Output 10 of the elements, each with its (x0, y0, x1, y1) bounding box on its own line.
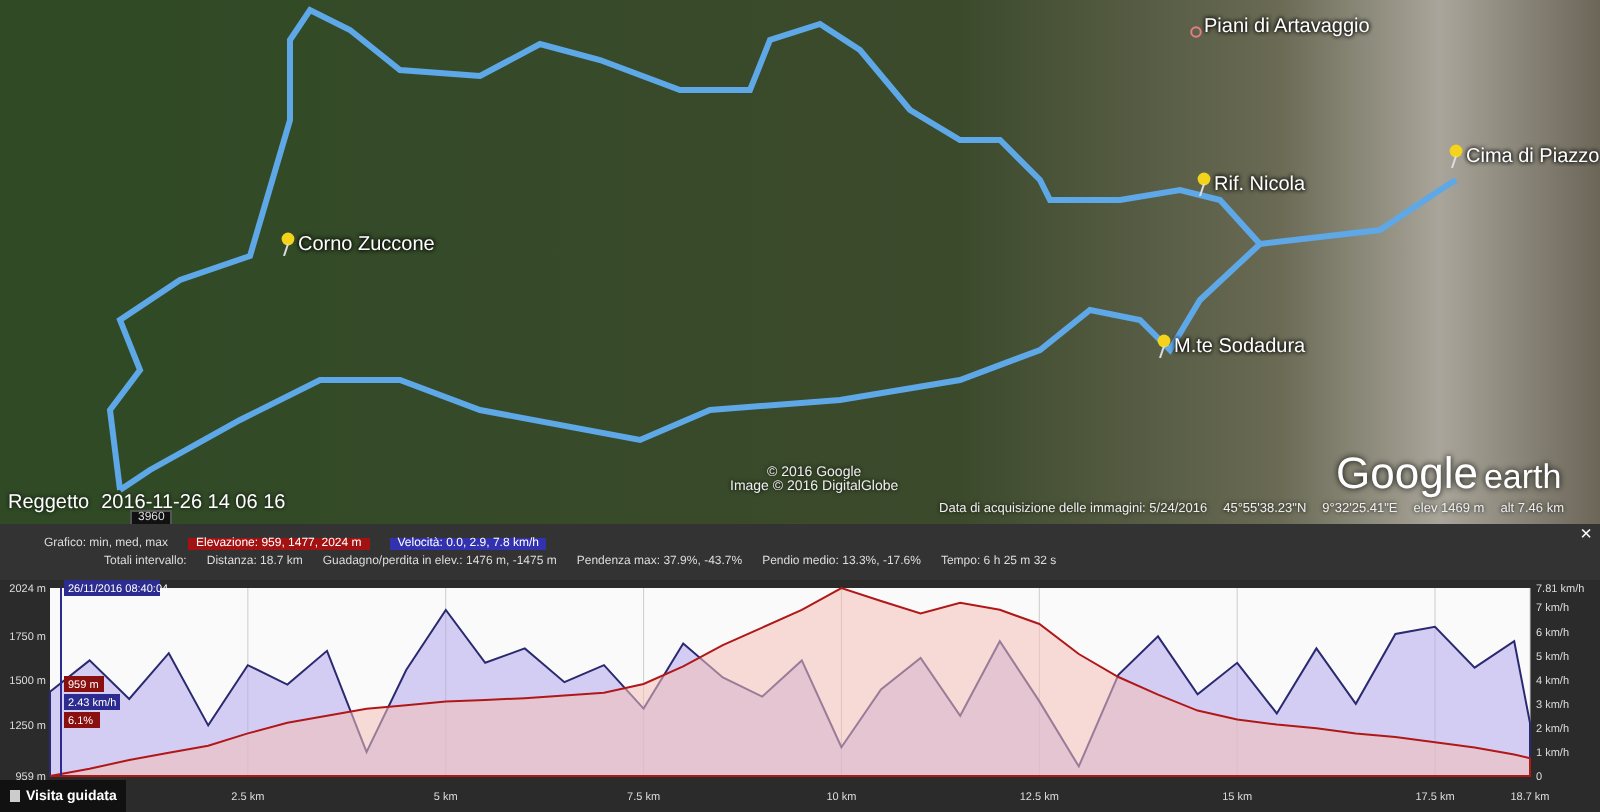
placemark-label[interactable]: Rif. Nicola (1214, 174, 1306, 196)
timestamp-label: 2016-11-26 14 06 16 (101, 492, 286, 514)
placemark-label[interactable]: Cima di Piazzo (1466, 146, 1600, 168)
placemark-label[interactable]: Corno Zuccone (298, 234, 435, 256)
logo-product-text: earth (1483, 458, 1562, 498)
place-label: Reggetto (8, 492, 90, 514)
logo-brand-text: Google (1336, 448, 1478, 500)
placemark-label[interactable]: Piani di Artavaggio (1204, 16, 1370, 38)
placemark-label[interactable]: M.te Sodadura (1174, 336, 1306, 358)
close-button[interactable]: × (1580, 524, 1592, 546)
